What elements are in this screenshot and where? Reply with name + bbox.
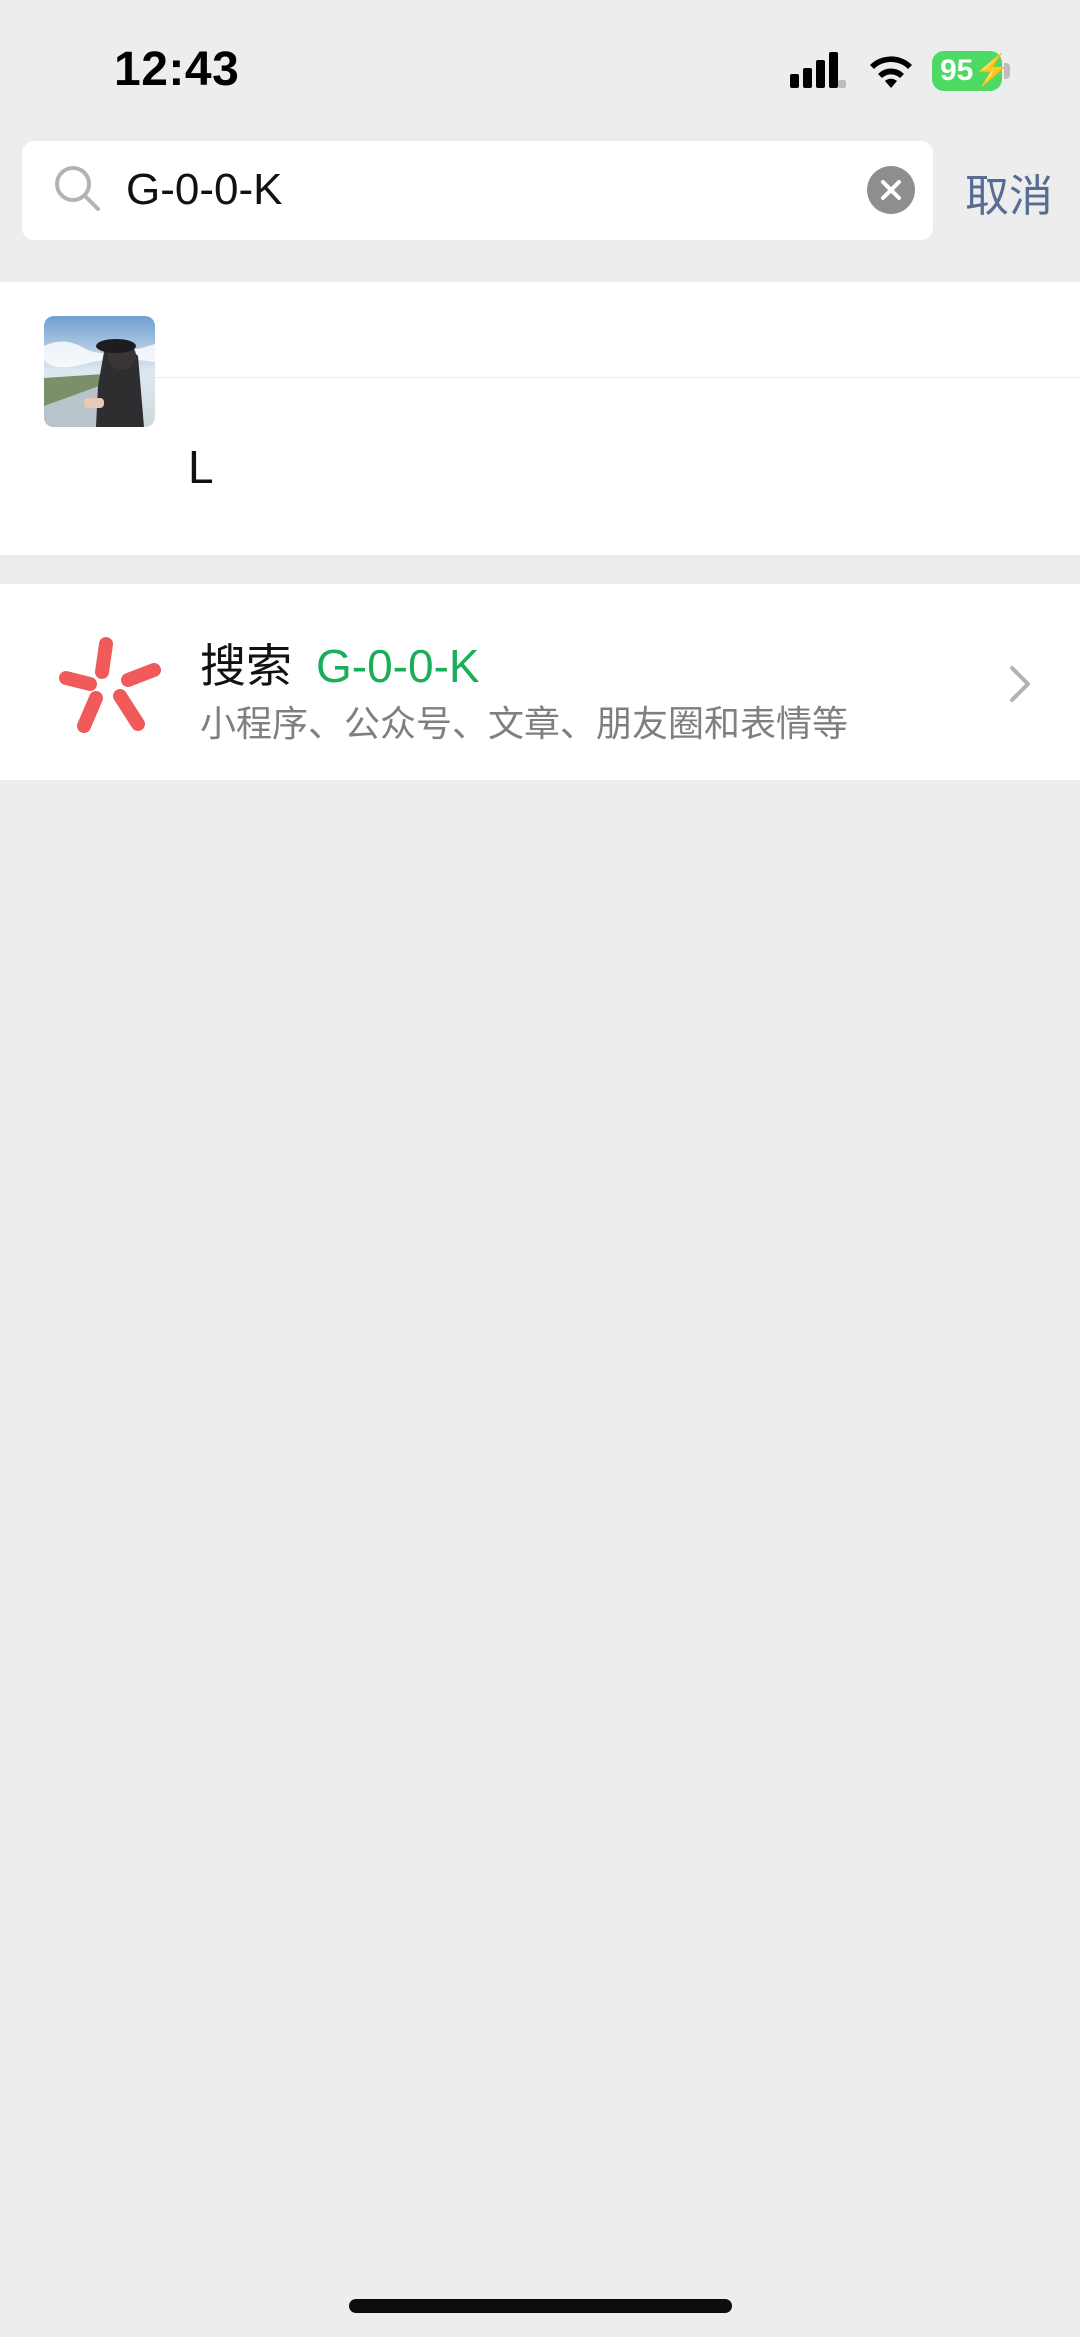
search-box[interactable] xyxy=(22,141,933,240)
avatar-image xyxy=(44,316,155,427)
search-all-title: 搜索 G-0-0-K xyxy=(200,630,480,696)
status-time: 12:43 xyxy=(114,43,240,96)
search-all-query: G-0-0-K xyxy=(316,640,480,692)
search-all-row[interactable] xyxy=(0,584,1080,780)
signal-icon xyxy=(790,52,846,88)
cancel-button[interactable]: 取消 xyxy=(965,160,1053,224)
chevron-right-icon xyxy=(1010,666,1030,702)
battery-icon: 95⚡ xyxy=(932,51,1011,91)
contact-name: L xyxy=(188,441,214,493)
avatar[interactable] xyxy=(44,316,155,427)
search-input[interactable] xyxy=(126,155,866,225)
battery-cap xyxy=(1004,63,1010,79)
search-all-subtitle: 小程序、公众号、文章、朋友圈和表情等 xyxy=(200,704,849,745)
wifi-icon xyxy=(870,56,912,88)
status-bar: 12:43 95⚡ xyxy=(0,0,1080,140)
search-all-prefix: 搜索 xyxy=(200,639,292,693)
search-icon xyxy=(55,166,100,211)
contact-row[interactable] xyxy=(0,378,1080,555)
contacts-section: 联系人 xyxy=(0,282,1080,555)
battery-level: 95 xyxy=(940,54,974,87)
home-indicator[interactable] xyxy=(349,2299,732,2313)
clear-icon[interactable] xyxy=(867,166,915,214)
search-logo-icon xyxy=(59,637,161,733)
